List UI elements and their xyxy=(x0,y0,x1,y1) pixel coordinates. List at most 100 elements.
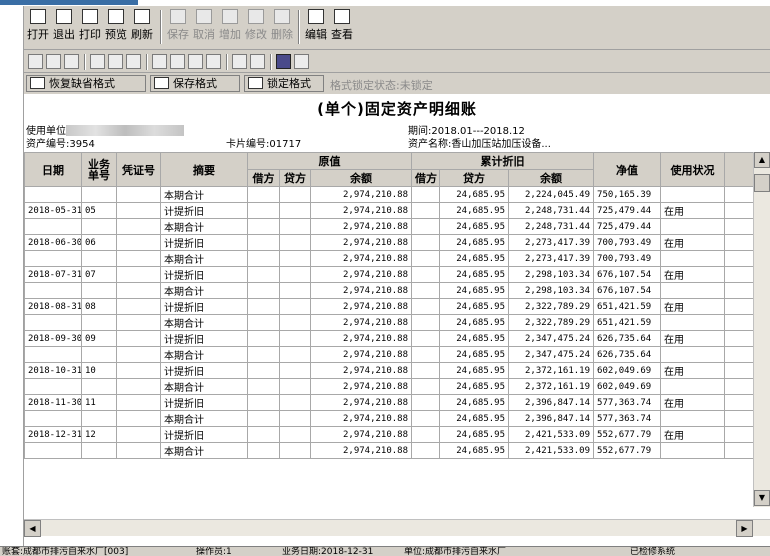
cell-d-debit[interactable] xyxy=(411,362,441,379)
cell-d-debit[interactable] xyxy=(411,250,441,267)
cell-o-debit[interactable] xyxy=(247,410,280,427)
table-row[interactable]: 2018-11-30 11 计提折旧 2,974,210.88 24,685.95 2,3… xyxy=(24,394,770,411)
cell-voucher[interactable] xyxy=(116,250,161,267)
cell-summary[interactable]: 计提折旧 xyxy=(160,394,248,411)
cell-o-debit[interactable] xyxy=(247,442,280,459)
cell-summary[interactable]: 本期合计 xyxy=(160,314,248,331)
cell-d-credit[interactable]: 24,685.95 xyxy=(439,426,510,443)
open-button[interactable]: 打开 xyxy=(26,8,50,46)
cell-voucher[interactable] xyxy=(116,346,161,363)
cell-summary[interactable]: 本期合计 xyxy=(160,218,248,235)
cell-d-credit[interactable]: 24,685.95 xyxy=(439,218,510,235)
cell-d-balance[interactable]: 2,347,475.24 xyxy=(508,330,595,347)
cell-no[interactable] xyxy=(81,282,117,299)
cell-date[interactable]: 2018-09-30 xyxy=(24,330,82,347)
cell-d-debit[interactable] xyxy=(411,186,441,203)
cell-o-balance[interactable]: 2,974,210.88 xyxy=(309,314,413,331)
last-record-icon[interactable] xyxy=(206,54,221,69)
cell-date[interactable] xyxy=(24,186,82,203)
table-row[interactable]: 本期合计 2,974,210.88 24,685.95 2,347,475.24 626… xyxy=(24,346,770,363)
table-row[interactable]: 本期合计 2,974,210.88 24,685.95 2,396,847.14 577… xyxy=(24,410,770,427)
next-record-icon[interactable] xyxy=(188,54,203,69)
cell-d-balance[interactable]: 2,298,103.34 xyxy=(508,266,595,283)
cell-o-debit[interactable] xyxy=(247,346,280,363)
cell-d-balance[interactable]: 2,273,417.39 xyxy=(508,234,595,251)
cell-o-balance[interactable]: 2,974,210.88 xyxy=(309,250,413,267)
cell-o-credit[interactable] xyxy=(279,186,311,203)
cell-status[interactable] xyxy=(660,282,726,299)
cell-status[interactable] xyxy=(660,218,726,235)
cell-d-balance[interactable]: 2,248,731.44 xyxy=(508,202,595,219)
cell-summary[interactable]: 本期合计 xyxy=(160,442,248,459)
cell-status[interactable]: 在用 xyxy=(660,394,726,411)
table-row[interactable]: 本期合计 2,974,210.88 24,685.95 2,224,045.49 750… xyxy=(24,186,770,203)
cell-net[interactable]: 651,421.59 xyxy=(593,298,662,315)
preview-button[interactable]: 预览 xyxy=(104,8,128,46)
cell-o-credit[interactable] xyxy=(279,218,311,235)
cell-net[interactable]: 552,677.79 xyxy=(593,426,662,443)
cell-o-debit[interactable] xyxy=(247,186,280,203)
cell-status[interactable]: 在用 xyxy=(660,330,726,347)
cell-o-debit[interactable] xyxy=(247,362,280,379)
cell-o-credit[interactable] xyxy=(279,394,311,411)
cell-date[interactable] xyxy=(24,218,82,235)
table-row[interactable]: 2018-08-31 08 计提折旧 2,974,210.88 24,685.95 2,3… xyxy=(24,298,770,315)
cell-voucher[interactable] xyxy=(116,298,161,315)
copy-icon[interactable] xyxy=(108,54,123,69)
cell-d-credit[interactable]: 24,685.95 xyxy=(439,282,510,299)
cell-d-credit[interactable]: 24,685.95 xyxy=(439,202,510,219)
cell-no[interactable]: 11 xyxy=(81,394,117,411)
cell-no[interactable]: 07 xyxy=(81,266,117,283)
lock-format-button[interactable]: 锁定格式 xyxy=(244,75,324,92)
cell-o-balance[interactable]: 2,974,210.88 xyxy=(309,378,413,395)
table-row[interactable]: 本期合计 2,974,210.88 24,685.95 2,322,789.29 651… xyxy=(24,314,770,331)
header-original-balance[interactable]: 余额 xyxy=(309,169,413,187)
cell-date[interactable] xyxy=(24,314,82,331)
cell-d-debit[interactable] xyxy=(411,234,441,251)
cell-status[interactable]: 在用 xyxy=(660,202,726,219)
header-original-value[interactable]: 原值 xyxy=(246,152,413,170)
cell-d-balance[interactable]: 2,372,161.19 xyxy=(508,378,595,395)
cell-d-credit[interactable]: 24,685.95 xyxy=(439,314,510,331)
cell-d-balance[interactable]: 2,224,045.49 xyxy=(508,186,595,203)
cell-no[interactable] xyxy=(81,186,117,203)
cell-o-credit[interactable] xyxy=(279,346,311,363)
cell-o-balance[interactable]: 2,974,210.88 xyxy=(309,346,413,363)
cell-status[interactable] xyxy=(660,378,726,395)
cell-o-balance[interactable]: 2,974,210.88 xyxy=(309,442,413,459)
cell-d-debit[interactable] xyxy=(411,330,441,347)
cell-d-balance[interactable]: 2,421,533.09 xyxy=(508,442,595,459)
cell-net[interactable]: 602,049.69 xyxy=(593,378,662,395)
cell-summary[interactable]: 本期合计 xyxy=(160,378,248,395)
cell-voucher[interactable] xyxy=(116,394,161,411)
refresh-button[interactable]: 刷新 xyxy=(130,8,154,46)
cell-no[interactable] xyxy=(81,346,117,363)
cell-o-debit[interactable] xyxy=(247,250,280,267)
cell-d-balance[interactable]: 2,396,847.14 xyxy=(508,394,595,411)
cell-summary[interactable]: 本期合计 xyxy=(160,186,248,203)
cell-date[interactable]: 2018-11-30 xyxy=(24,394,82,411)
cell-d-debit[interactable] xyxy=(411,442,441,459)
cell-voucher[interactable] xyxy=(116,234,161,251)
filter-icon[interactable] xyxy=(232,54,247,69)
cell-o-debit[interactable] xyxy=(247,330,280,347)
scroll-left-arrow-icon[interactable]: ◀ xyxy=(24,520,41,537)
cell-status[interactable] xyxy=(660,442,726,459)
cell-o-debit[interactable] xyxy=(247,218,280,235)
cell-o-balance[interactable]: 2,974,210.88 xyxy=(309,234,413,251)
cell-o-balance[interactable]: 2,974,210.88 xyxy=(309,426,413,443)
table-row[interactable]: 2018-10-31 10 计提折旧 2,974,210.88 24,685.95 2,3… xyxy=(24,362,770,379)
cell-voucher[interactable] xyxy=(116,314,161,331)
cell-d-credit[interactable]: 24,685.95 xyxy=(439,442,510,459)
cell-d-debit[interactable] xyxy=(411,266,441,283)
cell-net[interactable]: 676,107.54 xyxy=(593,266,662,283)
cell-o-debit[interactable] xyxy=(247,314,280,331)
table-icon[interactable] xyxy=(250,54,265,69)
cell-summary[interactable]: 计提折旧 xyxy=(160,266,248,283)
cell-net[interactable]: 651,421.59 xyxy=(593,314,662,331)
cell-d-credit[interactable]: 24,685.95 xyxy=(439,250,510,267)
cell-no[interactable] xyxy=(81,442,117,459)
vertical-scrollbar[interactable]: ▲ ▼ xyxy=(753,152,770,507)
scroll-down-arrow-icon[interactable]: ▼ xyxy=(754,490,770,506)
table-row[interactable]: 2018-07-31 07 计提折旧 2,974,210.88 24,685.95 2,2… xyxy=(24,266,770,283)
